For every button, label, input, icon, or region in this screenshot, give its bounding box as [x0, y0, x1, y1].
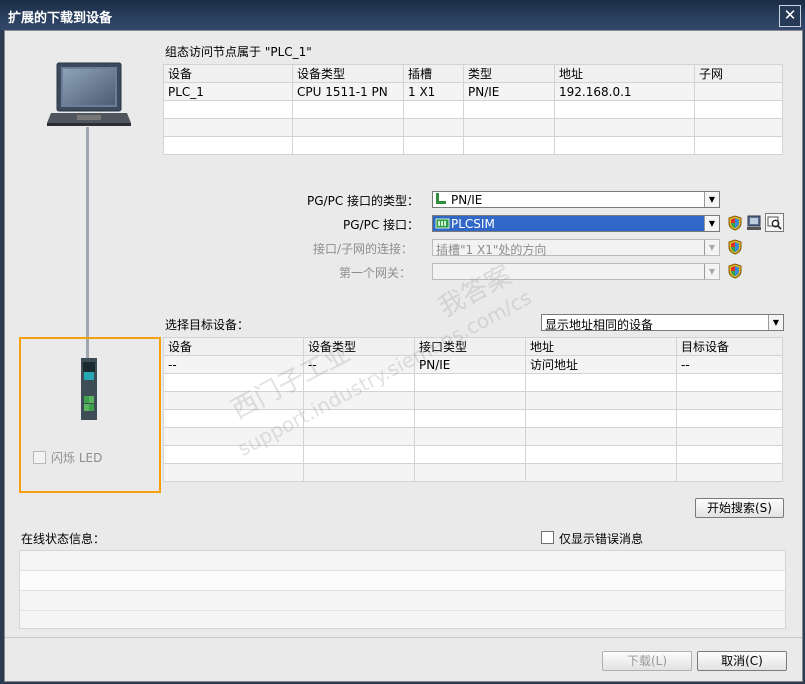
table-cell: PN/IE: [463, 82, 555, 101]
target-heading: 选择目标设备：: [165, 318, 250, 332]
list-item: [20, 591, 785, 611]
plcsim-icon: [435, 216, 450, 231]
title-bar: 扩展的下载到设备 ✕: [0, 0, 805, 30]
table-cell: --: [303, 355, 415, 374]
list-item: [20, 551, 785, 571]
column-header[interactable]: 地址: [525, 337, 677, 356]
shield-icon[interactable]: [727, 263, 743, 279]
chevron-down-icon: ▼: [704, 240, 719, 255]
column-header[interactable]: 目标设备: [676, 337, 783, 356]
pgpc-type-value: PN/IE: [451, 193, 483, 207]
table-cell: --: [676, 355, 783, 374]
list-item: [20, 611, 785, 630]
table-cell: CPU 1511-1 PN: [292, 82, 404, 101]
configured-heading: 组态访问节点属于 "PLC_1": [165, 45, 312, 59]
table-row: [163, 445, 783, 464]
column-header[interactable]: 设备: [163, 337, 304, 356]
column-header[interactable]: 插槽: [403, 64, 464, 83]
table-cell: --: [163, 355, 304, 374]
target-table: 设备 设备类型 接口类型 地址 目标设备 -- -- PN/IE 访问地址 --: [163, 337, 783, 482]
shield-icon[interactable]: [727, 239, 743, 255]
pgpc-iface-value: PLCSIM: [451, 217, 495, 231]
target-filter-select[interactable]: 显示地址相同的设备 ▼: [541, 314, 784, 332]
configured-header-row: 设备 设备类型 插槽 类型 地址 子网: [163, 64, 783, 83]
chevron-down-icon: ▼: [704, 216, 719, 231]
table-cell: 1 X1: [403, 82, 464, 101]
table-cell: [694, 82, 783, 101]
configured-table: 设备 设备类型 插槽 类型 地址 子网 PLC_1 CPU 1511-1 PN …: [163, 64, 783, 155]
target-header-row: 设备 设备类型 接口类型 地址 目标设备: [163, 337, 783, 356]
column-header[interactable]: 地址: [554, 64, 695, 83]
table-cell: PN/IE: [414, 355, 526, 374]
chevron-down-icon: ▼: [704, 192, 719, 207]
column-header[interactable]: 设备: [163, 64, 293, 83]
pgpc-iface-label: PG/PC 接口：: [343, 218, 420, 232]
flash-led-checkbox[interactable]: [33, 451, 46, 464]
properties-icon[interactable]: [746, 215, 762, 231]
errors-only-checkbox[interactable]: [541, 531, 554, 544]
table-row: [163, 100, 783, 119]
plc-icon: [81, 358, 97, 420]
network-icon: [435, 192, 450, 207]
footer-divider: [5, 637, 802, 638]
table-row: [163, 427, 783, 446]
search-icon[interactable]: [765, 213, 784, 232]
table-row: [163, 409, 783, 428]
gateway-label: 第一个网关：: [339, 266, 412, 280]
subnet-connection-label: 接口/子网的连接：: [313, 242, 414, 256]
laptop-icon: [47, 61, 131, 127]
start-search-button[interactable]: 开始搜索(S): [695, 498, 784, 518]
column-header[interactable]: 子网: [694, 64, 783, 83]
close-button[interactable]: ✕: [779, 5, 801, 27]
pgpc-type-label: PG/PC 接口的类型：: [307, 194, 420, 208]
status-heading: 在线状态信息：: [21, 532, 106, 546]
table-row: [163, 373, 783, 392]
table-row: [163, 118, 783, 137]
column-header[interactable]: 设备类型: [292, 64, 404, 83]
chevron-down-icon: ▼: [768, 315, 783, 330]
table-cell: PLC_1: [163, 82, 293, 101]
chevron-down-icon: ▼: [704, 264, 719, 279]
table-cell: 192.168.0.1: [554, 82, 695, 101]
connection-line: [86, 127, 89, 359]
download-dialog: 闪烁 LED 组态访问节点属于 "PLC_1" 设备 设备类型 插槽 类型 地址…: [4, 30, 803, 682]
status-message-list[interactable]: [19, 550, 786, 629]
table-cell: 访问地址: [525, 355, 677, 374]
column-header[interactable]: 接口类型: [414, 337, 526, 356]
column-header[interactable]: 类型: [463, 64, 555, 83]
subnet-connection-select[interactable]: 插槽"1 X1"处的方向 ▼: [432, 239, 720, 257]
target-filter-value: 显示地址相同的设备: [545, 318, 654, 332]
table-row[interactable]: PLC_1 CPU 1511-1 PN 1 X1 PN/IE 192.168.0…: [163, 82, 783, 101]
table-row: [163, 136, 783, 155]
gateway-select[interactable]: ▼: [432, 263, 720, 280]
shield-icon[interactable]: [727, 215, 743, 231]
subnet-connection-value: 插槽"1 X1"处的方向: [436, 243, 547, 257]
flash-led-label: 闪烁 LED: [51, 451, 103, 465]
table-row[interactable]: -- -- PN/IE 访问地址 --: [163, 355, 783, 374]
column-header[interactable]: 设备类型: [303, 337, 415, 356]
table-row: [163, 391, 783, 410]
window-title: 扩展的下载到设备: [8, 11, 113, 26]
list-item: [20, 571, 785, 591]
table-row: [163, 463, 783, 482]
errors-only-label: 仅显示错误消息: [559, 532, 644, 546]
download-button[interactable]: 下载(L): [602, 651, 692, 671]
cancel-button[interactable]: 取消(C): [697, 651, 787, 671]
pgpc-iface-select[interactable]: PLCSIM ▼: [432, 215, 720, 232]
pgpc-type-select[interactable]: PN/IE ▼: [432, 191, 720, 208]
